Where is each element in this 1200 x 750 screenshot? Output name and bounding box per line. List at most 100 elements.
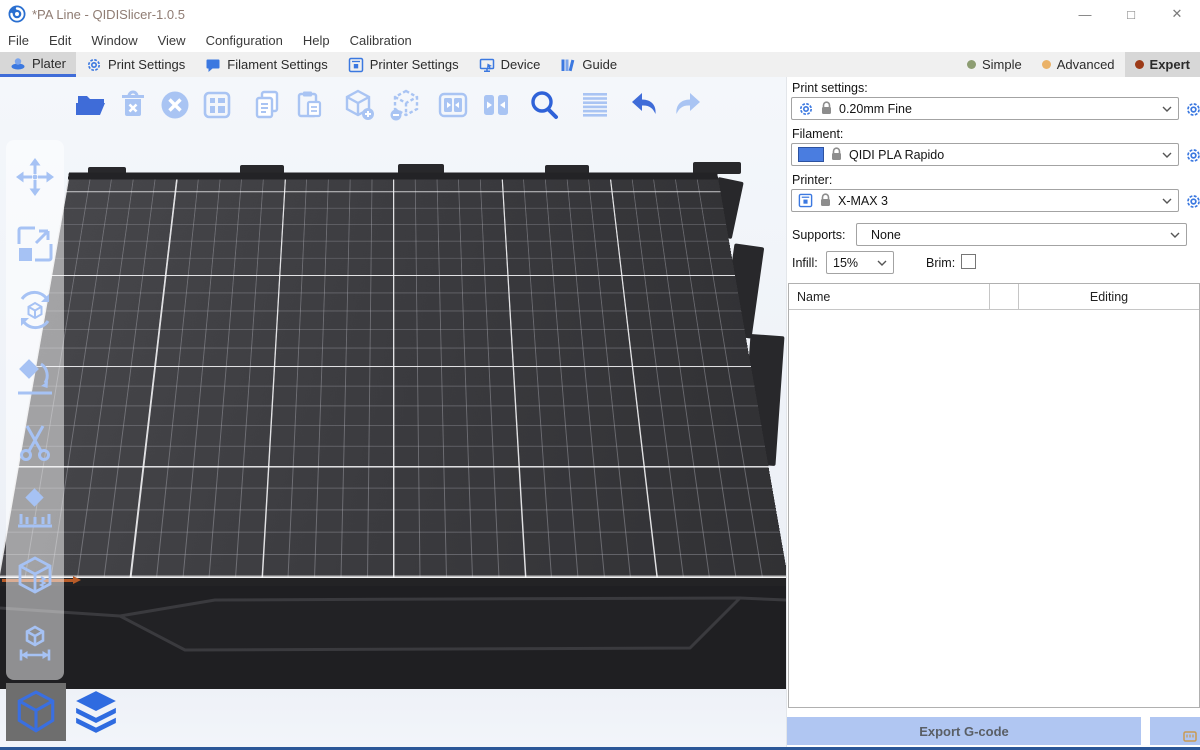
arrange-button[interactable]: [198, 86, 236, 124]
mode-advanced[interactable]: Advanced: [1032, 52, 1125, 77]
object-list-header: Name Editing: [789, 284, 1199, 310]
undo-button[interactable]: [626, 86, 664, 124]
minimize-icon[interactable]: —: [1062, 0, 1108, 28]
remove-instance-button[interactable]: [386, 86, 424, 124]
delete-button[interactable]: [114, 86, 152, 124]
settings-panel: Print settings: 0.20mm Fine Filament: QI…: [786, 77, 1200, 747]
cut-tool-button[interactable]: [12, 420, 58, 466]
lock-icon: [830, 147, 843, 162]
move-tool-button[interactable]: [12, 154, 58, 200]
paste-button[interactable]: [291, 86, 329, 124]
mode-expert[interactable]: Expert: [1125, 52, 1200, 77]
tabbar: Plater Print Settings Filament Settings …: [0, 52, 1200, 77]
tab-print-settings[interactable]: Print Settings: [76, 52, 195, 77]
menu-window[interactable]: Window: [81, 33, 147, 48]
gear-icon: [798, 101, 814, 117]
export-to-sd-button[interactable]: [1150, 717, 1200, 745]
split-objects-icon: [436, 88, 470, 122]
tab-device[interactable]: Device: [469, 52, 551, 77]
add-instance-button[interactable]: [340, 86, 378, 124]
filament-label: Filament:: [792, 127, 843, 141]
layer-lines-icon: [578, 88, 612, 122]
rotate-icon: [13, 288, 57, 332]
menu-configuration[interactable]: Configuration: [196, 33, 293, 48]
app-logo-icon: [8, 5, 26, 23]
device-icon: [479, 57, 495, 73]
place-on-face-tool-button[interactable]: [12, 354, 58, 400]
print-settings-combo[interactable]: 0.20mm Fine: [791, 97, 1179, 120]
viewport-3d[interactable]: [0, 77, 786, 747]
search-button[interactable]: [525, 86, 563, 124]
print-settings-value: 0.20mm Fine: [839, 102, 912, 116]
gear-icon: [1185, 101, 1200, 118]
variable-layer-height-button[interactable]: [576, 86, 614, 124]
filament-gear-button[interactable]: [1184, 146, 1200, 164]
simple-dot-icon: [967, 60, 976, 69]
measure-icon: [13, 621, 57, 665]
sd-card-icon: [1183, 731, 1197, 742]
supports-label: Supports:: [792, 228, 846, 242]
printer-icon: [348, 57, 364, 73]
maximize-icon[interactable]: □: [1108, 0, 1154, 28]
guide-icon: [560, 57, 576, 73]
printer-icon: [798, 193, 813, 208]
filament-color-swatch: [798, 147, 824, 162]
menubar: File Edit Window View Configuration Help…: [0, 28, 1200, 52]
seam-painting-tool-button[interactable]: [12, 553, 58, 599]
search-icon: [527, 88, 561, 122]
printer-value: X-MAX 3: [838, 194, 888, 208]
top-toolbar: [0, 86, 786, 126]
filament-icon: [205, 57, 221, 73]
infill-combo[interactable]: 15%: [826, 251, 894, 274]
editor-view-button[interactable]: [6, 683, 66, 741]
redo-button[interactable]: [668, 86, 706, 124]
extruder-column-header: [990, 284, 1019, 309]
plater-icon: [10, 55, 26, 71]
split-parts-button[interactable]: [477, 86, 515, 124]
tab-label: Guide: [582, 57, 617, 72]
chevron-down-icon: [1162, 106, 1172, 112]
brim-label: Brim:: [926, 256, 955, 270]
tab-plater[interactable]: Plater: [0, 52, 76, 77]
tab-filament-settings[interactable]: Filament Settings: [195, 52, 337, 77]
filament-combo[interactable]: QIDI PLA Rapido: [791, 143, 1179, 166]
menu-help[interactable]: Help: [293, 33, 340, 48]
scissors-icon: [13, 421, 57, 465]
tab-printer-settings[interactable]: Printer Settings: [338, 52, 469, 77]
mode-simple[interactable]: Simple: [957, 52, 1032, 77]
scale-tool-button[interactable]: [12, 221, 58, 267]
printer-combo[interactable]: X-MAX 3: [791, 189, 1179, 212]
measure-tool-button[interactable]: [12, 620, 58, 666]
lock-icon: [820, 101, 833, 116]
supports-combo[interactable]: None: [856, 223, 1187, 246]
mode-label: Expert: [1150, 57, 1190, 72]
chevron-down-icon: [1170, 232, 1180, 238]
paint-supports-tool-button[interactable]: [12, 487, 58, 533]
circle-x-icon: [158, 88, 192, 122]
rotate-tool-button[interactable]: [12, 287, 58, 333]
chevron-down-icon: [1162, 198, 1172, 204]
printer-label: Printer:: [792, 173, 832, 187]
menu-calibration[interactable]: Calibration: [340, 33, 422, 48]
print-bed[interactable]: [0, 172, 786, 578]
filament-value: QIDI PLA Rapido: [849, 148, 944, 162]
menu-view[interactable]: View: [148, 33, 196, 48]
arrange-grid-icon: [200, 88, 234, 122]
delete-all-button[interactable]: [156, 86, 194, 124]
split-objects-button[interactable]: [434, 86, 472, 124]
export-gcode-button[interactable]: Export G-code: [787, 717, 1141, 745]
preview-view-button[interactable]: [66, 683, 126, 741]
object-list-table[interactable]: Name Editing: [788, 283, 1200, 708]
menu-file[interactable]: File: [0, 33, 39, 48]
copy-button[interactable]: [248, 86, 286, 124]
close-icon[interactable]: ✕: [1154, 0, 1200, 28]
layers-icon: [73, 689, 119, 735]
printer-gear-button[interactable]: [1184, 192, 1200, 210]
tab-guide[interactable]: Guide: [550, 52, 627, 77]
printer-base: [0, 586, 786, 689]
print-settings-gear-button[interactable]: [1184, 100, 1200, 118]
seam-icon: [13, 554, 57, 598]
menu-edit[interactable]: Edit: [39, 33, 81, 48]
open-file-button[interactable]: [72, 86, 110, 124]
brim-checkbox[interactable]: [961, 254, 976, 269]
